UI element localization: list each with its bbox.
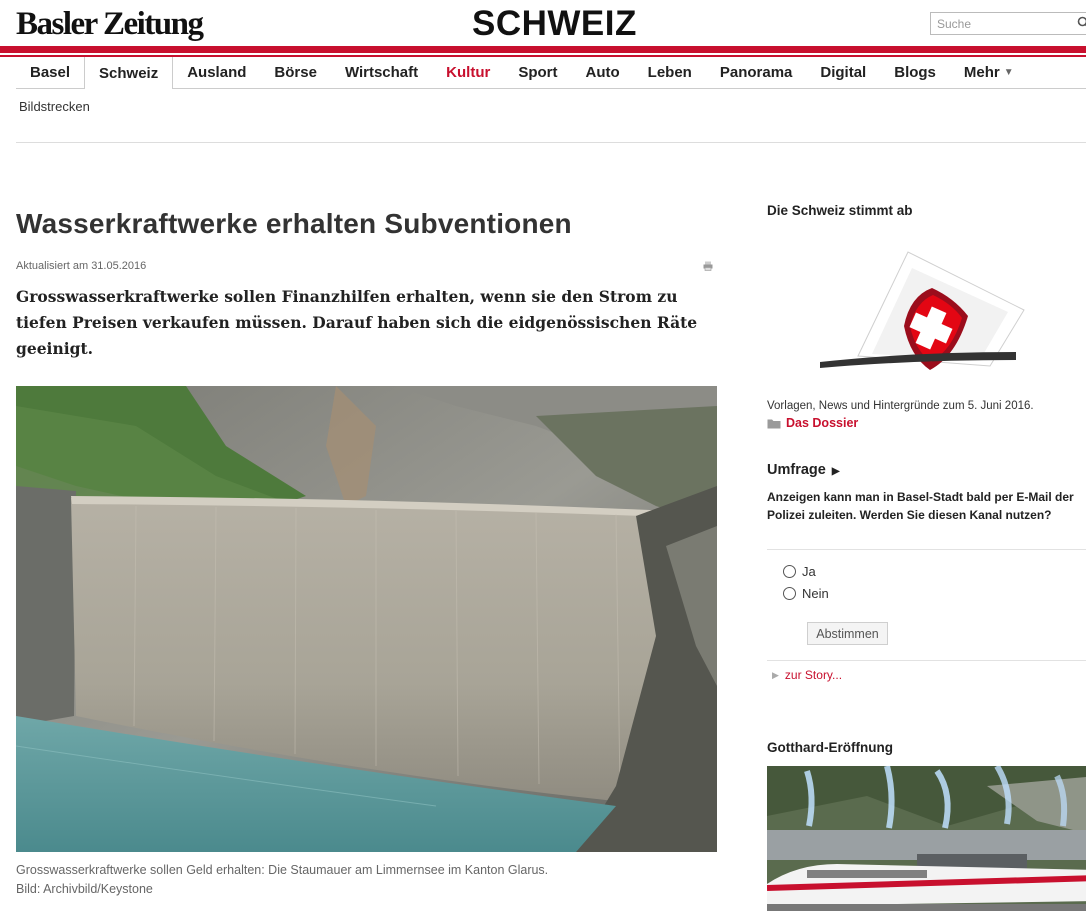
header-red-bar xyxy=(0,46,1086,53)
nav-item-kultur[interactable]: Kultur xyxy=(432,57,504,88)
story-link-label: zur Story... xyxy=(784,668,843,682)
nav-item-ausland[interactable]: Ausland xyxy=(173,57,260,88)
nav-item-sport[interactable]: Sport xyxy=(504,57,571,88)
dossier-link-label: Das Dossier xyxy=(786,416,859,430)
triangle-right-icon: ▶ xyxy=(772,669,779,680)
caption-line-1: Grosswasserkraftwerke sollen Geld erhalt… xyxy=(16,863,549,877)
search-input[interactable] xyxy=(931,16,1071,31)
article-lead: Grosswasserkraftwerke sollen Finanzhilfe… xyxy=(16,287,698,358)
gotthard-photo[interactable] xyxy=(767,766,1086,911)
radio-ja[interactable] xyxy=(783,565,796,578)
vote-button[interactable]: Abstimmen xyxy=(807,622,888,645)
poll-option-ja[interactable]: Ja xyxy=(783,564,816,579)
story-link[interactable]: ▶ zur Story... xyxy=(772,668,842,682)
poll-heading[interactable]: Umfrage ▶ xyxy=(767,462,840,478)
search-box[interactable] xyxy=(930,12,1086,35)
print-icon[interactable] xyxy=(703,261,713,271)
article-headline: Wasserkraftwerke erhalten Subventionen xyxy=(16,208,572,239)
vote-heading: Die Schweiz stimmt ab xyxy=(767,203,913,218)
poll-option-nein-label: Nein xyxy=(802,586,829,601)
nav-item-boerse[interactable]: Börse xyxy=(260,57,331,88)
nav-item-wirtschaft[interactable]: Wirtschaft xyxy=(331,57,432,88)
nav-item-auto[interactable]: Auto xyxy=(572,57,634,88)
nav-item-basel[interactable]: Basel xyxy=(16,57,84,88)
gotthard-heading: Gotthard-Eröffnung xyxy=(767,740,893,755)
nav-item-leben[interactable]: Leben xyxy=(634,57,706,88)
poll-divider-bottom xyxy=(767,660,1086,661)
nav-item-schweiz[interactable]: Schweiz xyxy=(84,57,174,89)
radio-nein[interactable] xyxy=(783,587,796,600)
article-updated: Aktualisiert am 31.05.2016 xyxy=(16,260,147,272)
dam-photo[interactable] xyxy=(16,386,717,852)
poll-heading-label: Umfrage xyxy=(767,462,826,478)
section-title: SCHWEIZ xyxy=(472,4,637,43)
nav-item-panorama[interactable]: Panorama xyxy=(706,57,807,88)
chevron-down-icon: ▼ xyxy=(1003,67,1014,78)
chevron-right-icon: ▶ xyxy=(831,466,840,477)
masthead: Basler Zeitung SCHWEIZ xyxy=(0,0,1086,50)
nav-item-blogs[interactable]: Blogs xyxy=(880,57,950,88)
folder-icon xyxy=(767,419,781,428)
nav-item-digital[interactable]: Digital xyxy=(806,57,880,88)
vote-text: Vorlagen, News und Hintergründe zum 5. J… xyxy=(767,400,1034,412)
photo-caption: Grosswasserkraftwerke sollen Geld erhalt… xyxy=(16,861,716,899)
nav-item-mehr[interactable]: Mehr ▼ xyxy=(950,57,1028,88)
poll-option-ja-label: Ja xyxy=(802,564,816,579)
site-logo[interactable]: Basler Zeitung xyxy=(16,6,204,43)
poll-option-nein[interactable]: Nein xyxy=(783,586,829,601)
main-nav: Basel Schweiz Ausland Börse Wirtschaft K… xyxy=(16,57,1086,89)
search-icon[interactable] xyxy=(1077,16,1086,30)
caption-line-2: Bild: Archivbild/Keystone xyxy=(16,882,153,896)
nav-item-mehr-label: Mehr xyxy=(963,64,1000,81)
ballot-box-illustration[interactable] xyxy=(812,248,1032,378)
header-divider xyxy=(16,142,1086,143)
subnav-bildstrecken[interactable]: Bildstrecken xyxy=(19,99,90,114)
poll-divider xyxy=(767,549,1086,550)
dossier-link[interactable]: Das Dossier xyxy=(767,416,858,430)
poll-question: Anzeigen kann man in Basel-Stadt bald pe… xyxy=(767,490,1074,522)
